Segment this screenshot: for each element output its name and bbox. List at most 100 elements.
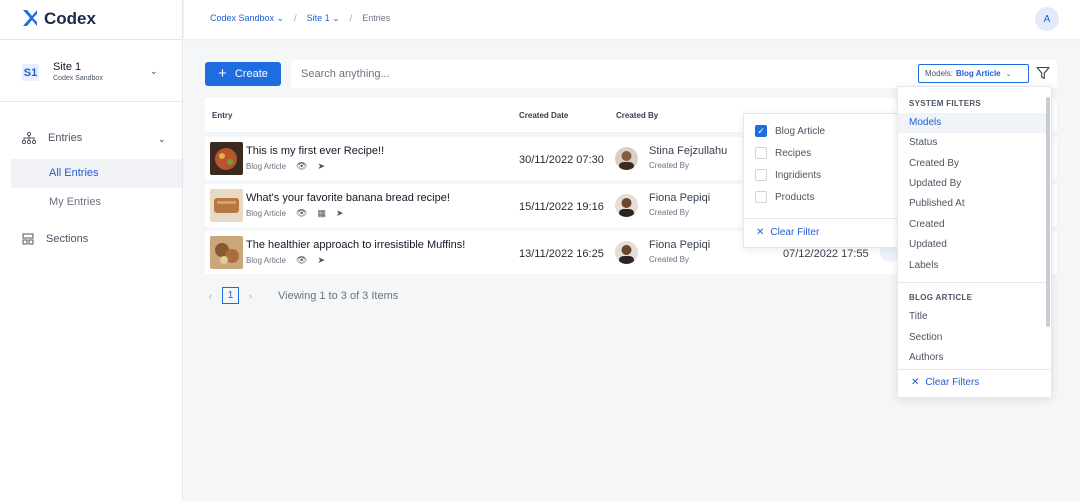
entry-model: Blog Article bbox=[246, 162, 287, 171]
nav-entries[interactable]: Entries bbox=[22, 132, 82, 144]
author-role: Created By bbox=[649, 208, 690, 217]
entry-model: Blog Article bbox=[246, 209, 287, 218]
col-created-date[interactable]: Created Date bbox=[519, 111, 568, 120]
entry-title[interactable]: What's your favorite banana bread recipe… bbox=[246, 192, 450, 204]
author-role: Created By bbox=[649, 255, 690, 264]
search-input[interactable] bbox=[291, 60, 891, 88]
entry-thumbnail bbox=[210, 189, 243, 222]
app-logo[interactable]: Codex bbox=[22, 9, 96, 29]
author-name: Stina Fejzullahu bbox=[649, 145, 728, 157]
model-select-value: Blog Article bbox=[956, 69, 1001, 78]
filter-item-updated[interactable]: Updated bbox=[898, 235, 1048, 255]
divider bbox=[0, 39, 183, 40]
hierarchy-icon bbox=[22, 132, 36, 144]
author-avatar bbox=[615, 194, 638, 217]
site-org: Codex Sandbox bbox=[53, 75, 103, 82]
eye-icon[interactable]: 👁︎ bbox=[296, 161, 307, 172]
chevron-down-icon[interactable]: ⌄ bbox=[158, 134, 166, 145]
breadcrumb: Codex Sandbox ⌄ / Site 1 ⌄ / Entries bbox=[210, 13, 391, 24]
entry-model: Blog Article bbox=[246, 256, 287, 265]
rocket-icon[interactable]: ➤ bbox=[336, 208, 344, 219]
filter-item-published-at[interactable]: Published At bbox=[898, 194, 1048, 214]
pagination: ‹ 1 › Viewing 1 to 3 of 3 Items bbox=[209, 287, 398, 304]
filter-item-models[interactable]: Models bbox=[898, 113, 1048, 133]
page-number[interactable]: 1 bbox=[222, 287, 239, 304]
rocket-icon[interactable]: ➤ bbox=[317, 161, 325, 172]
clear-filter-button[interactable]: ✕ Clear Filter bbox=[756, 227, 819, 238]
created-date: 13/11/2022 16:25 bbox=[519, 248, 604, 260]
filter-item-title[interactable]: Title bbox=[898, 307, 1048, 327]
model-filter-dropdown: ✓ Blog Article Recipes Ingridients Produ… bbox=[743, 113, 898, 248]
filter-item-labels[interactable]: Labels bbox=[898, 256, 1048, 276]
codex-logo-icon bbox=[23, 10, 37, 26]
filter-item-section[interactable]: Section bbox=[898, 328, 1048, 348]
pagination-info: Viewing 1 to 3 of 3 Items bbox=[278, 289, 399, 302]
author-name: Fiona Pepiqi bbox=[649, 192, 711, 204]
updated-date: 07/12/2022 17:55 bbox=[783, 248, 869, 260]
plus-icon: + bbox=[218, 65, 227, 82]
rocket-icon[interactable]: ➤ bbox=[317, 255, 325, 266]
breadcrumb-site[interactable]: Site 1 ⌄ bbox=[307, 13, 340, 24]
entry-title[interactable]: This is my first ever Recipe!! bbox=[246, 145, 384, 157]
created-date: 30/11/2022 07:30 bbox=[519, 154, 604, 166]
nav-sections-label: Sections bbox=[46, 233, 89, 245]
filter-item-authors[interactable]: Authors bbox=[898, 348, 1048, 368]
eye-icon[interactable]: 👁︎ bbox=[296, 255, 307, 266]
col-created-by[interactable]: Created By bbox=[616, 111, 658, 120]
chevron-right-icon[interactable]: › bbox=[249, 291, 252, 301]
checkbox-icon[interactable] bbox=[755, 191, 767, 203]
scrollbar[interactable] bbox=[1046, 97, 1050, 327]
filter-item-created[interactable]: Created bbox=[898, 215, 1048, 235]
chevron-down-icon[interactable]: ⌄ bbox=[150, 66, 158, 77]
model-option-recipes[interactable]: Recipes bbox=[755, 147, 811, 159]
divider bbox=[898, 369, 1051, 370]
user-avatar[interactable]: A bbox=[1035, 7, 1059, 31]
author-role: Created By bbox=[649, 161, 690, 170]
checkbox-icon[interactable] bbox=[755, 169, 767, 181]
clear-filters-button[interactable]: ✕ Clear Filters bbox=[911, 377, 979, 388]
entry-title[interactable]: The healthier approach to irresistible M… bbox=[246, 239, 465, 251]
checkbox-icon[interactable] bbox=[755, 147, 767, 159]
chevron-left-icon[interactable]: ‹ bbox=[209, 291, 212, 301]
eye-icon[interactable]: 👁︎ bbox=[296, 208, 307, 219]
sidebar: Codex S1 Site 1 Codex Sandbox ⌄ Entries … bbox=[0, 0, 183, 501]
nav-sections[interactable]: Sections bbox=[22, 233, 88, 245]
site-name: Site 1 bbox=[53, 61, 82, 73]
divider bbox=[898, 282, 1051, 283]
model-option-products[interactable]: Products bbox=[755, 191, 814, 203]
checkbox-checked-icon[interactable]: ✓ bbox=[755, 125, 767, 137]
entry-thumbnail bbox=[210, 236, 243, 269]
site-badge: S1 bbox=[22, 64, 39, 81]
blog-article-heading: BLOG ARTICLE bbox=[909, 293, 973, 302]
filters-dropdown: SYSTEM FILTERS Models Status Created By … bbox=[897, 86, 1052, 398]
filter-icon[interactable] bbox=[1036, 66, 1050, 80]
author-avatar bbox=[615, 147, 638, 170]
system-filters-heading: SYSTEM FILTERS bbox=[909, 99, 982, 108]
divider bbox=[0, 101, 183, 102]
model-option-ingridients[interactable]: Ingridients bbox=[755, 169, 821, 181]
divider bbox=[744, 218, 897, 219]
nav-all-entries[interactable]: All Entries bbox=[11, 159, 182, 188]
close-icon: ✕ bbox=[756, 227, 765, 238]
filter-item-updated-by[interactable]: Updated By bbox=[898, 174, 1048, 194]
app-name: Codex bbox=[44, 9, 96, 28]
top-bar: Codex Sandbox ⌄ / Site 1 ⌄ / Entries A bbox=[184, 0, 1080, 39]
breadcrumb-current: Entries bbox=[362, 13, 391, 23]
nav-my-entries[interactable]: My Entries bbox=[11, 188, 182, 217]
close-icon: ✕ bbox=[911, 377, 920, 388]
created-date: 15/11/2022 19:16 bbox=[519, 201, 604, 213]
sections-icon bbox=[22, 233, 34, 245]
breadcrumb-org[interactable]: Codex Sandbox ⌄ bbox=[210, 13, 284, 24]
model-select[interactable]: Models: Blog Article ⌄ bbox=[918, 64, 1029, 83]
nav-entries-label: Entries bbox=[48, 132, 83, 144]
calendar-icon[interactable]: ▦ bbox=[317, 208, 326, 219]
filter-item-status[interactable]: Status bbox=[898, 133, 1048, 153]
author-avatar bbox=[615, 241, 638, 264]
entry-thumbnail bbox=[210, 142, 243, 175]
filter-item-created-by[interactable]: Created By bbox=[898, 154, 1048, 174]
col-entry[interactable]: Entry bbox=[212, 111, 232, 120]
create-button[interactable]: + Create bbox=[205, 62, 281, 86]
author-name: Fiona Pepiqi bbox=[649, 239, 711, 251]
model-option-blog-article[interactable]: ✓ Blog Article bbox=[755, 125, 825, 137]
site-switcher[interactable]: S1 Site 1 Codex Sandbox bbox=[22, 61, 103, 84]
